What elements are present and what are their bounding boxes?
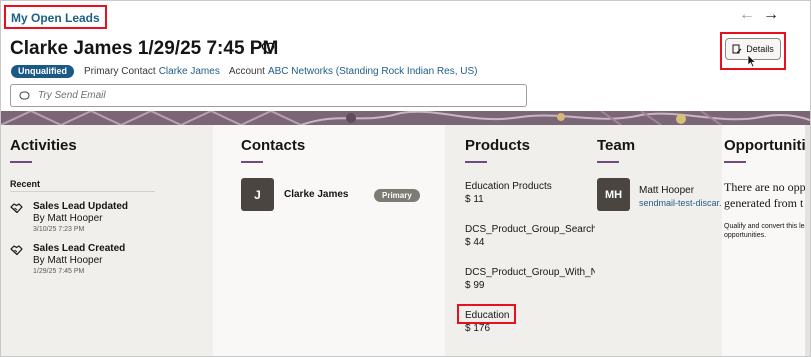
products-underline	[465, 161, 487, 163]
hint-line-2: opportunities.	[724, 232, 767, 239]
action-prompt-icon	[19, 91, 30, 100]
activities-panel: Activities Recent Sales Lead Updated By …	[1, 125, 213, 356]
handshake-icon	[10, 245, 23, 256]
opportunities-hint: Qualify and convert this lea opportuniti…	[724, 222, 808, 240]
activity-author: By Matt Hooper	[33, 255, 103, 266]
status-badge: Unqualified	[11, 64, 74, 78]
decorative-banner	[1, 111, 810, 125]
activity-author: By Matt Hooper	[33, 213, 103, 224]
recent-divider	[10, 191, 155, 192]
team-underline	[597, 161, 619, 163]
products-title: Products	[465, 137, 531, 154]
send-email-input[interactable]: Try Send Email	[10, 84, 527, 107]
product-price: $ 44	[465, 237, 485, 248]
account-label: Account	[228, 65, 265, 77]
activities-title: Activities	[10, 137, 77, 154]
team-panel: Team MH Matt Hooper sendmail-test-discar…	[595, 125, 727, 356]
team-avatar: MH	[597, 178, 630, 211]
team-title: Team	[597, 137, 636, 154]
activity-date: 3/10/25 7:23 PM	[33, 226, 85, 233]
contacts-panel: Contacts J Clarke James Primary	[213, 125, 445, 356]
details-label: Details	[746, 44, 774, 54]
favorite-heart-icon[interactable]	[261, 41, 275, 55]
back-arrow-icon[interactable]: ←	[739, 7, 755, 23]
activities-underline	[10, 161, 32, 163]
opportunities-title: Opportuniti	[724, 137, 806, 154]
product-name: DCS_Product_Group_Search_1	[465, 224, 608, 235]
lead-page: My Open Leads ← → Clarke James 1/29/25 7…	[0, 0, 811, 357]
education-highlight	[457, 304, 516, 324]
mouse-cursor-icon	[747, 54, 757, 68]
team-member-name: Matt Hooper	[639, 185, 695, 196]
product-name: Education Products	[465, 181, 552, 192]
product-item[interactable]: Education Products $ 11	[465, 180, 552, 206]
primary-tag: Primary	[374, 189, 420, 202]
lead-meta-row: Unqualified Primary Contact Clarke James…	[11, 64, 487, 78]
product-item[interactable]: DCS_Product_Group_With_No_ $ 99	[465, 266, 609, 292]
team-member-email[interactable]: sendmail-test-discar...	[639, 198, 727, 208]
recent-label: Recent	[10, 179, 41, 189]
account-link[interactable]: ABC Networks (Standing Rock Indian Res, …	[268, 66, 478, 77]
contacts-title: Contacts	[241, 137, 306, 154]
activity-date: 1/29/25 7:45 PM	[33, 268, 85, 275]
page-title: Clarke James 1/29/25 7:45 PM	[10, 38, 279, 59]
forward-arrow-icon[interactable]: →	[763, 7, 779, 23]
empty-line-2: generated from t	[724, 196, 804, 210]
activity-title: Sales Lead Created	[33, 243, 126, 254]
handshake-icon	[10, 203, 23, 214]
product-price: $ 99	[465, 280, 485, 291]
document-edit-icon	[732, 44, 742, 53]
scrollbar[interactable]	[805, 125, 810, 356]
product-name: DCS_Product_Group_With_No_	[465, 267, 609, 278]
empty-line-1: There are no opp	[724, 180, 806, 194]
contacts-underline	[241, 161, 263, 163]
product-price: $ 11	[465, 194, 484, 205]
opportunities-panel: Opportuniti There are no opp generated f…	[722, 125, 810, 356]
send-email-placeholder: Try Send Email	[38, 90, 106, 101]
activity-title: Sales Lead Updated	[33, 201, 129, 212]
primary-contact-link[interactable]: Clarke James	[159, 66, 220, 77]
breadcrumb-my-open-leads[interactable]: My Open Leads	[4, 5, 107, 29]
contact-name-link[interactable]: Clarke James	[284, 189, 349, 200]
hint-line-1: Qualify and convert this lea	[724, 223, 809, 230]
contact-avatar: J	[241, 178, 274, 211]
product-item[interactable]: DCS_Product_Group_Search_1 $ 44	[465, 223, 608, 249]
opportunities-empty-message: There are no opp generated from t	[724, 179, 806, 211]
primary-contact-label: Primary Contact	[84, 65, 156, 77]
opportunities-underline	[724, 161, 746, 163]
